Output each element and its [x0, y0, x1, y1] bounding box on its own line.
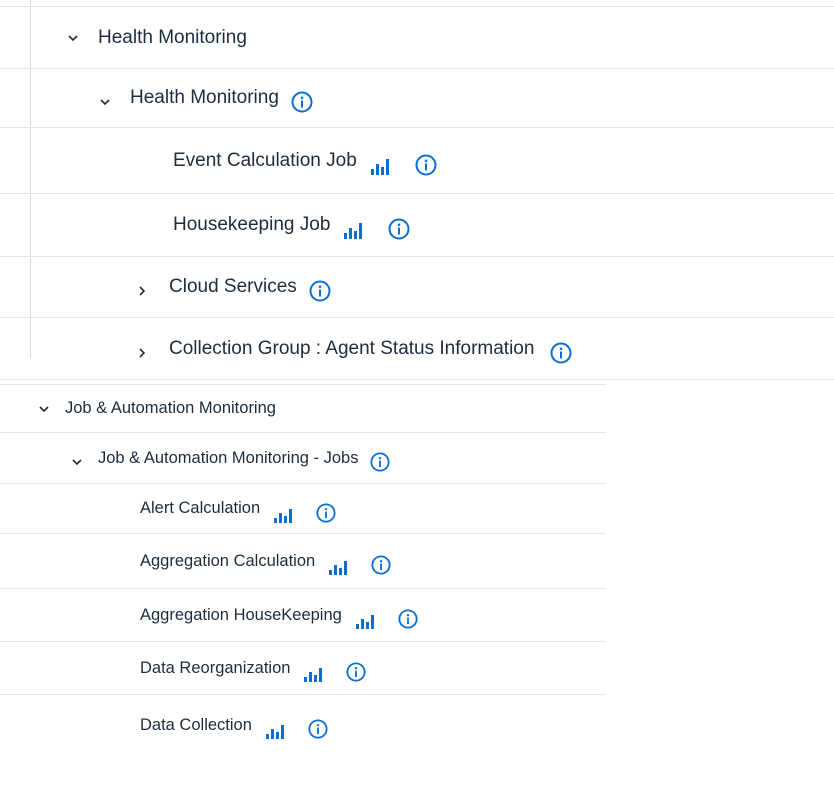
bar-chart-icon[interactable] [370, 158, 389, 175]
chevron-down-icon[interactable] [66, 31, 80, 45]
tree-row-job[interactable]: Aggregation HouseKeeping [0, 589, 606, 642]
info-icon[interactable] [370, 452, 391, 472]
node-label: Collection Group : Agent Status Informat… [169, 337, 535, 359]
chevron-right-icon[interactable] [135, 346, 149, 360]
node-label: Data Collection [140, 715, 252, 734]
bar-chart-icon[interactable] [304, 666, 323, 682]
bar-chart-icon[interactable] [329, 559, 348, 575]
info-icon[interactable] [309, 280, 331, 302]
bar-chart-icon[interactable] [265, 723, 284, 739]
tree-row-job[interactable]: Data Reorganization [0, 642, 606, 695]
tree-row-jam-root[interactable]: Job & Automation Monitoring [0, 385, 606, 433]
node-label: Alert Calculation [140, 499, 261, 517]
node-label: Cloud Services [169, 276, 297, 297]
node-label: Event Calculation Job [173, 149, 357, 171]
info-icon[interactable] [398, 609, 418, 629]
job-automation-tree: Job & Automation Monitoring Job & Automa… [0, 384, 606, 796]
node-label: Health Monitoring [130, 87, 279, 108]
tree-row-job[interactable]: Data Collection [0, 695, 606, 755]
node-label: Job & Automation Monitoring - Jobs [98, 448, 359, 467]
node-label: Aggregation HouseKeeping [140, 605, 342, 624]
chevron-down-icon[interactable] [98, 95, 112, 109]
tree-row-collection-group[interactable]: Collection Group : Agent Status Informat… [0, 318, 834, 380]
node-label: Housekeeping Job [173, 214, 331, 235]
tree-row-health-root[interactable]: Health Monitoring [0, 7, 834, 69]
info-icon[interactable] [346, 662, 366, 682]
tree-row-job[interactable]: Alert Calculation [0, 484, 606, 534]
info-icon[interactable] [388, 218, 410, 240]
bar-chart-icon[interactable] [274, 507, 293, 523]
chevron-down-icon[interactable] [70, 455, 84, 469]
chevron-down-icon[interactable] [37, 402, 51, 416]
node-label: Aggregation Calculation [140, 551, 316, 570]
tree-row-job[interactable]: Housekeeping Job [0, 194, 834, 257]
bar-chart-icon[interactable] [355, 613, 374, 629]
node-label: Job & Automation Monitoring [65, 399, 276, 417]
tree-row-cloud-services[interactable]: Cloud Services [0, 257, 834, 318]
tree-row-health-group[interactable]: Health Monitoring [0, 69, 834, 128]
node-label: Health Monitoring [98, 26, 247, 48]
info-icon[interactable] [371, 555, 391, 575]
info-icon[interactable] [415, 154, 437, 176]
chevron-right-icon[interactable] [135, 284, 149, 298]
tree-row-job[interactable]: Event Calculation Job [0, 128, 834, 194]
node-label: Data Reorganization [140, 658, 291, 677]
info-icon[interactable] [291, 91, 313, 113]
tree-row-job[interactable]: Aggregation Calculation [0, 534, 606, 589]
bar-chart-icon[interactable] [344, 223, 363, 239]
tree-row-jam-group[interactable]: Job & Automation Monitoring - Jobs [0, 433, 606, 484]
info-icon[interactable] [550, 342, 572, 364]
info-icon[interactable] [308, 719, 328, 739]
info-icon[interactable] [316, 502, 336, 523]
health-monitoring-tree: Health Monitoring Health Monitoring Even… [0, 0, 834, 380]
